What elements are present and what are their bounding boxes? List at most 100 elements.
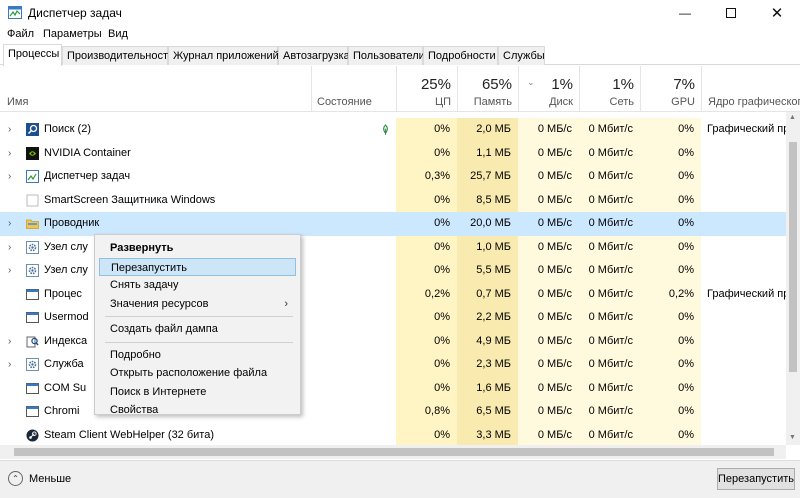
gear-icon xyxy=(26,240,39,254)
menu-item-details[interactable]: Подробно xyxy=(99,346,296,364)
menu-view[interactable]: Вид xyxy=(108,28,128,40)
process-row[interactable]: › Диспетчер задач 0,3% 25,7 МБ 0 МБ/с 0 Мбит/… xyxy=(0,165,786,189)
network-cell: 0 Мбит/с xyxy=(579,118,640,142)
scroll-up-icon[interactable]: ▲ xyxy=(789,114,796,121)
gpu-cell: 0% xyxy=(640,165,701,189)
vertical-scroll-thumb[interactable] xyxy=(789,142,797,372)
process-row[interactable]: Steam Client WebHelper (32 бита) 0% 3,3 МБ… xyxy=(0,423,786,446)
menu-item-expand[interactable]: Развернуть xyxy=(99,239,296,257)
cpu-cell: 0% xyxy=(396,141,457,165)
process-row[interactable]: › NVIDIA Container 0% 1,1 МБ 0 МБ/с 0 Мбит/с 0… xyxy=(0,141,786,165)
tab-details[interactable]: Подробности xyxy=(423,46,498,65)
column-status[interactable]: Состояние xyxy=(311,66,396,112)
tab-performance[interactable]: Производительность xyxy=(62,46,174,65)
tab-startup[interactable]: Автозагрузка xyxy=(278,46,350,65)
tab-processes[interactable]: Процессы xyxy=(3,44,62,66)
network-cell: 0 Мбит/с xyxy=(579,423,640,445)
cpu-cell: 0% xyxy=(396,423,457,445)
process-row[interactable]: SmartScreen Защитника Windows 0% 8,5 МБ 0 М… xyxy=(0,188,786,212)
menu-item-restart[interactable]: Перезапустить xyxy=(99,257,296,276)
menu-item-resource-values[interactable]: Значения ресурсов › xyxy=(99,295,296,313)
network-cell: 0 Мбит/с xyxy=(579,282,640,306)
disk-cell: 0 МБ/с xyxy=(518,141,579,165)
column-memory[interactable]: 65% Память xyxy=(457,66,518,112)
tab-app-history[interactable]: Журнал приложений xyxy=(168,46,279,65)
task-manager-app-icon xyxy=(8,6,22,19)
gpu-cell: 0% xyxy=(640,141,701,165)
gpu-cell: 0% xyxy=(640,188,701,212)
vertical-scrollbar[interactable]: ▲ ▼ xyxy=(786,112,800,445)
gpu-engine-cell xyxy=(707,424,786,446)
menu-item-label: Развернуть xyxy=(110,242,174,254)
network-cell: 0 Мбит/с xyxy=(579,165,640,189)
title-bar: Диспетчер задач — ✕ xyxy=(0,0,800,26)
menu-options[interactable]: Параметры xyxy=(43,28,102,40)
network-cell: 0 Мбит/с xyxy=(579,235,640,259)
gpu-engine-cell: Графический про xyxy=(707,123,786,135)
window-app-icon xyxy=(26,405,39,418)
close-button[interactable]: ✕ xyxy=(754,0,800,26)
menu-item-end-task[interactable]: Снять задачу xyxy=(99,276,296,294)
column-network[interactable]: 1% Сеть xyxy=(579,66,640,112)
expand-chevron-icon[interactable]: › xyxy=(8,212,11,235)
tab-users[interactable]: Пользователи xyxy=(348,46,425,65)
horizontal-scroll-thumb[interactable] xyxy=(14,448,774,456)
expand-chevron-icon[interactable]: › xyxy=(8,165,11,188)
disk-cell: 0 МБ/с xyxy=(518,259,579,283)
menu-item-label: Свойства xyxy=(110,404,159,416)
network-cell: 0 Мбит/с xyxy=(588,217,633,229)
menu-item-label: Значения ресурсов xyxy=(110,297,209,310)
restart-button[interactable]: Перезапустить xyxy=(717,468,795,490)
expand-chevron-icon[interactable]: › xyxy=(8,118,11,141)
network-cell: 0 Мбит/с xyxy=(579,259,640,283)
window-title: Диспетчер задач xyxy=(28,6,122,20)
maximize-button[interactable] xyxy=(708,0,754,26)
cpu-cell: 0% xyxy=(396,306,457,330)
column-gpu-engine[interactable]: Ядро графического xyxy=(701,66,800,112)
gpu-cell: 0,2% xyxy=(640,282,701,306)
fewer-details-button[interactable]: ⌃ Меньше xyxy=(8,471,71,486)
horizontal-scrollbar[interactable] xyxy=(0,445,786,459)
gpu-engine-cell xyxy=(707,165,786,189)
cpu-cell: 0% xyxy=(396,376,457,400)
process-row[interactable]: › Проводник 0% 20,0 МБ 0 МБ/с 0 Мбит/с 0% xyxy=(0,212,786,236)
menu-item-search-online[interactable]: Поиск в Интернете xyxy=(99,383,296,401)
network-cell: 0 Мбит/с xyxy=(579,400,640,424)
column-cpu[interactable]: 25% ЦП xyxy=(396,66,457,112)
gpu-engine-cell xyxy=(707,377,786,401)
process-name: Диспетчер задач xyxy=(44,170,131,182)
cpu-cell: 0% xyxy=(396,235,457,259)
chevron-up-icon: ⌃ xyxy=(8,471,23,486)
disk-cell: 0 МБ/с xyxy=(518,188,579,212)
menu-item-label: Подробно xyxy=(110,348,161,361)
menu-item-properties[interactable]: Свойства xyxy=(99,401,296,419)
expand-chevron-icon[interactable]: › xyxy=(8,259,11,282)
gpu-cell: 0% xyxy=(640,376,701,400)
disk-cell: 0 МБ/с xyxy=(518,329,579,353)
menu-item-label: Создать файл дампа xyxy=(110,323,218,335)
disk-cell: 0 МБ/с xyxy=(518,423,579,445)
minimize-button[interactable]: — xyxy=(662,0,708,26)
tab-services[interactable]: Службы xyxy=(498,46,545,65)
expand-chevron-icon[interactable]: › xyxy=(8,353,11,376)
column-disk[interactable]: 1% Диск xyxy=(518,66,579,112)
column-gpu[interactable]: 7% GPU xyxy=(640,66,701,112)
disk-cell: 0 МБ/с xyxy=(518,353,579,377)
menu-item-create-dump[interactable]: Создать файл дампа xyxy=(99,320,296,338)
process-name: Steam Client WebHelper (32 бита) xyxy=(44,428,215,441)
expand-chevron-icon[interactable]: › xyxy=(8,330,11,353)
process-row[interactable]: › Поиск (2) 0% 2,0 МБ 0 МБ/с 0 Мбит/с 0% Графич… xyxy=(0,118,786,142)
gpu-cell: 0% xyxy=(640,259,701,283)
gpu-engine-cell xyxy=(707,236,786,260)
cpu-cell: 0,2% xyxy=(396,282,457,306)
expand-chevron-icon[interactable]: › xyxy=(8,236,11,259)
menu-item-open-file-location[interactable]: Открыть расположение файла xyxy=(99,364,296,382)
expand-chevron-icon[interactable]: › xyxy=(8,142,11,165)
menu-item-label: Перезапустить xyxy=(111,261,187,274)
scroll-down-icon[interactable]: ▼ xyxy=(789,434,796,441)
footer-bar: ⌃ Меньше Перезапустить xyxy=(0,460,800,498)
cpu-cell: 0% xyxy=(396,259,457,283)
column-name[interactable]: Имя xyxy=(0,66,311,112)
memory-cell: 2,0 МБ xyxy=(457,118,518,142)
menu-file[interactable]: Файл xyxy=(7,28,34,40)
